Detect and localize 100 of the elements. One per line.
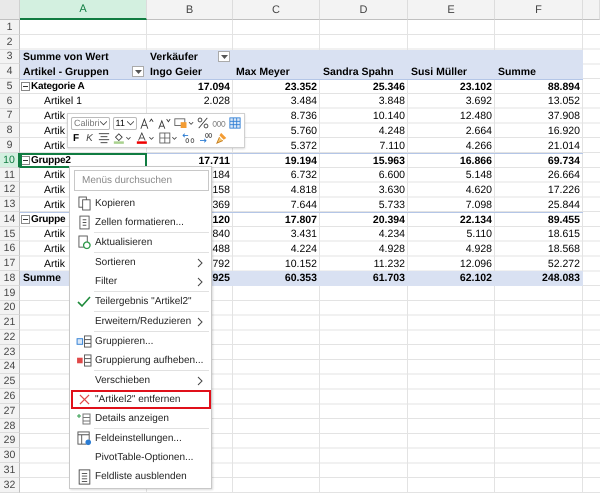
- menu-item[interactable]: Zellen formatieren...: [71, 213, 211, 232]
- increase-decimal-icon[interactable]: [182, 132, 196, 144]
- font-size-dropdown[interactable]: 11: [112, 116, 137, 130]
- menu-item[interactable]: "Artikel2" entfernen: [71, 390, 211, 409]
- row-header[interactable]: 10: [0, 152, 20, 168]
- row-header[interactable]: 6: [0, 94, 20, 109]
- menu-item[interactable]: Erweitern/Reduzieren: [71, 312, 211, 331]
- menu-item[interactable]: Gruppieren...: [71, 332, 211, 351]
- row-header[interactable]: 9: [0, 138, 20, 153]
- row-header[interactable]: 26: [0, 389, 20, 404]
- menu-item[interactable]: Verschieben: [71, 371, 211, 390]
- search-field[interactable]: Menüs durchsuchen: [74, 170, 209, 191]
- row-header[interactable]: 28: [0, 418, 20, 434]
- table-cell: 15.963: [372, 154, 405, 167]
- table-cell: 7.644: [290, 198, 317, 211]
- table-cell: 5.110: [466, 228, 492, 240]
- table-cell: 840: [212, 228, 230, 240]
- menu-item[interactable]: Feldeinstellungen...: [71, 429, 211, 448]
- menu-item[interactable]: Feldliste ausblenden: [71, 467, 211, 486]
- row-header[interactable]: 27: [0, 404, 20, 419]
- column-header[interactable]: D: [320, 0, 408, 20]
- row-header[interactable]: 24: [0, 360, 20, 374]
- row-header[interactable]: 29: [0, 433, 20, 448]
- table-cell: 17.094: [198, 80, 230, 93]
- menu-item[interactable]: Aktualisieren: [71, 233, 211, 252]
- number-format-icon[interactable]: [174, 117, 194, 129]
- row-header[interactable]: 25: [0, 374, 20, 390]
- filter-dropdown-button[interactable]: [132, 66, 144, 78]
- row-header[interactable]: 17: [0, 256, 20, 272]
- column-header[interactable]: A: [20, 0, 147, 20]
- table-cell: 16.866: [460, 154, 492, 167]
- row-header[interactable]: 5: [0, 79, 20, 94]
- table-cell: Kategorie A: [31, 81, 85, 92]
- pivot-header-label: Summe von Wert: [23, 50, 109, 63]
- table-cell: 2.664: [466, 124, 492, 137]
- fill-color-icon[interactable]: [112, 132, 133, 144]
- row-header[interactable]: 13: [0, 197, 20, 212]
- font-color-icon[interactable]: [136, 132, 156, 144]
- row-header[interactable]: 23: [0, 344, 20, 360]
- row-header[interactable]: 7: [0, 108, 20, 124]
- table-cell: Artik: [44, 258, 65, 270]
- menu-item[interactable]: PivotTable-Optionen...: [71, 448, 211, 467]
- row-header[interactable]: 15: [0, 226, 20, 242]
- table-cell: Artik: [44, 140, 65, 152]
- menu-item[interactable]: Details anzeigen: [71, 409, 211, 428]
- table-cell: 4.928: [466, 242, 492, 255]
- row-header[interactable]: 11: [0, 168, 20, 182]
- table-cell: 7.110: [380, 140, 405, 152]
- row-header[interactable]: 31: [0, 462, 20, 478]
- row-header[interactable]: 18: [0, 271, 20, 286]
- italic-button[interactable]: K: [84, 131, 95, 145]
- table-cell: 18.615: [548, 228, 580, 240]
- row-header[interactable]: 1: [0, 20, 20, 35]
- column-header[interactable]: C: [233, 0, 320, 20]
- row-header[interactable]: 30: [0, 448, 20, 463]
- table-cell: 21.014: [548, 140, 580, 152]
- collapse-icon[interactable]: [21, 82, 30, 92]
- bold-button[interactable]: F: [71, 131, 82, 145]
- menu-item[interactable]: Filter: [71, 272, 211, 291]
- row-header[interactable]: 2: [0, 34, 20, 50]
- percent-icon[interactable]: [197, 117, 209, 129]
- table-cell: 120: [212, 214, 230, 226]
- row-header[interactable]: 32: [0, 478, 20, 492]
- row-header[interactable]: 19: [0, 286, 20, 301]
- row-header[interactable]: 20: [0, 300, 20, 316]
- format-painter-icon[interactable]: [216, 132, 228, 144]
- row-header[interactable]: 14: [0, 212, 20, 227]
- table-cell: Artik: [44, 184, 65, 196]
- menu-item[interactable]: Kopieren: [71, 194, 211, 213]
- table-format-icon[interactable]: [229, 117, 241, 129]
- decrease-decimal-icon[interactable]: [198, 132, 213, 144]
- decrease-font-icon[interactable]: [157, 116, 171, 130]
- ungroup-icon: [76, 354, 92, 367]
- column-header[interactable]: B: [147, 0, 233, 20]
- row-header[interactable]: 21: [0, 315, 20, 330]
- table-cell: 37.908: [548, 110, 580, 122]
- table-cell: 369: [212, 198, 230, 211]
- row-header[interactable]: 16: [0, 241, 20, 256]
- filter-dropdown-button[interactable]: [218, 51, 230, 62]
- column-header[interactable]: F: [495, 0, 583, 20]
- row-header[interactable]: 12: [0, 182, 20, 198]
- pivot-header-label: Artikel - Gruppen: [23, 66, 110, 78]
- increase-font-icon[interactable]: [140, 116, 154, 130]
- font-dropdown[interactable]: Calibri: [71, 116, 110, 130]
- row-header[interactable]: 3: [0, 50, 20, 64]
- menu-item[interactable]: Teilergebnis "Artikel2": [71, 292, 211, 311]
- collapse-icon[interactable]: [21, 156, 30, 166]
- menu-item[interactable]: Sortieren: [71, 253, 211, 272]
- table-cell: 248.083: [542, 272, 580, 284]
- column-header[interactable]: E: [408, 0, 495, 20]
- borders-icon[interactable]: [158, 132, 179, 144]
- table-cell: 5.148: [466, 169, 492, 182]
- field-settings-icon: [76, 431, 92, 446]
- row-header[interactable]: 22: [0, 330, 20, 345]
- align-center-icon[interactable]: [98, 132, 110, 144]
- row-header[interactable]: 8: [0, 123, 20, 138]
- menu-item[interactable]: Gruppierung aufheben...: [71, 351, 211, 370]
- collapse-icon[interactable]: [21, 215, 30, 224]
- chevron-right-icon: [197, 316, 203, 326]
- row-header[interactable]: 4: [0, 64, 20, 80]
